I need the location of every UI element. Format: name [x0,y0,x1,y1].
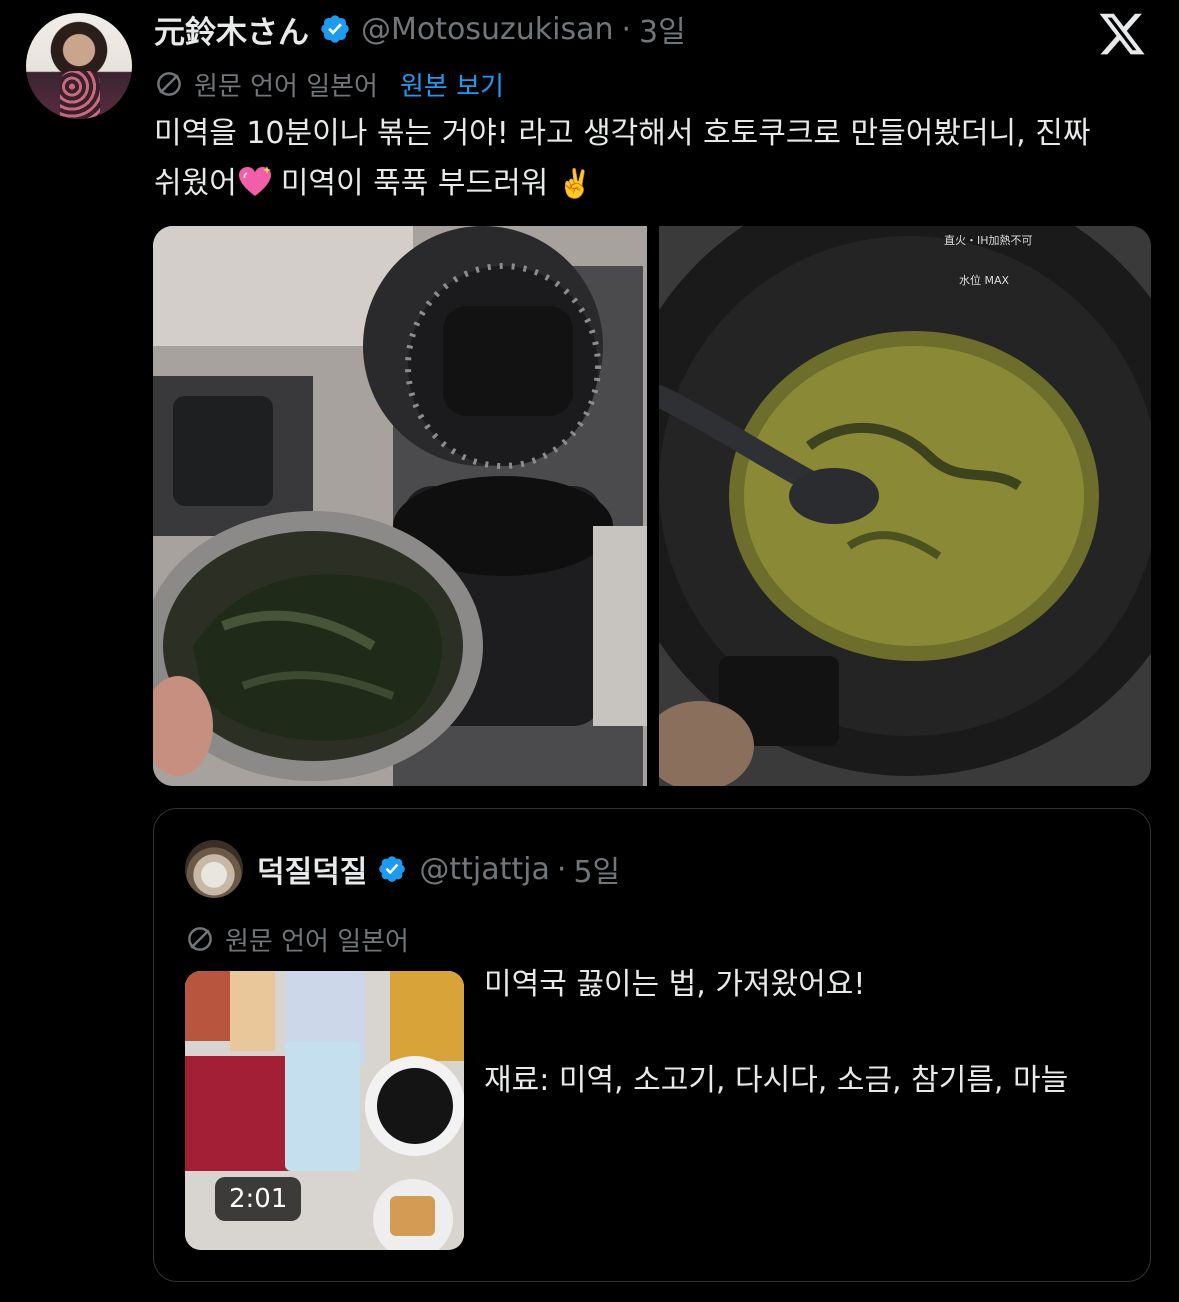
x-logo-icon[interactable] [1097,9,1147,59]
quoted-tweet-header: 덕질덕질 @ttjattja · 5일 [257,845,620,893]
tweet-timestamp[interactable]: 3일 [639,7,686,51]
separator-dot: · [621,11,632,47]
photo-pressure-cooker[interactable] [153,226,647,786]
sparkling-heart-emoji [238,166,271,196]
translate-icon [157,72,181,96]
show-original-link[interactable]: 원본 보기 [400,66,504,103]
author-display-name[interactable]: 元鈴木さん [154,7,309,52]
translation-notice: 원문 언어 일본어 원본 보기 [154,64,504,104]
photo-soup-pot-image: 直火・IH加熱不可 水位 MAX [659,226,1151,786]
tweet-header: 元鈴木さん @Motosuzukisan · 3일 [154,7,686,51]
quoted-author-handle[interactable]: @ttjattja [419,852,550,887]
photo-soup-pot[interactable]: 直火・IH加熱不可 水位 MAX [659,226,1151,786]
svg-text:水位 MAX: 水位 MAX [959,273,1010,287]
quoted-translation-notice: 원문 언어 일본어 [185,919,409,959]
quoted-author-display-name[interactable]: 덕질덕질 [257,847,367,891]
verified-badge-icon [321,15,349,43]
author-avatar[interactable] [26,13,132,119]
quoted-tweet-text: 미역국 끓이는 법, 가져왔어요! 재료: 미역, 소고기, 다시다, 소금, … [484,967,1069,1098]
quoted-video-thumbnail[interactable]: 2:01 [185,971,464,1250]
quoted-tweet-card[interactable]: 덕질덕질 @ttjattja · 5일 원문 언어 일본어 2:01 미역국 끓… [153,808,1151,1282]
quoted-author-avatar[interactable] [185,840,243,898]
quoted-tweet-timestamp[interactable]: 5일 [573,847,620,891]
translate-icon [188,927,212,951]
translation-label: 원문 언어 일본어 [194,71,378,102]
tweet-text-part2: 미역이 푹푹 부드러워 [280,166,549,201]
photo-pressure-cooker-image [153,226,647,786]
svg-text:直火・IH加熱不可: 直火・IH加熱不可 [944,233,1033,247]
video-duration-badge: 2:01 [215,1177,302,1221]
tweet-body: 미역을 10분이나 볶는 거야! 라고 생각해서 호토쿠크로 만들어봤더니, 진… [154,109,1159,209]
verified-badge-icon [379,856,406,882]
victory-hand-emoji: ✌️ [557,167,593,200]
tweet-media-grid: 直火・IH加熱不可 水位 MAX [153,226,1151,786]
author-handle[interactable]: @Motosuzukisan [361,12,614,47]
quoted-translation-label: 원문 언어 일본어 [225,926,409,957]
separator-dot: · [556,851,567,887]
